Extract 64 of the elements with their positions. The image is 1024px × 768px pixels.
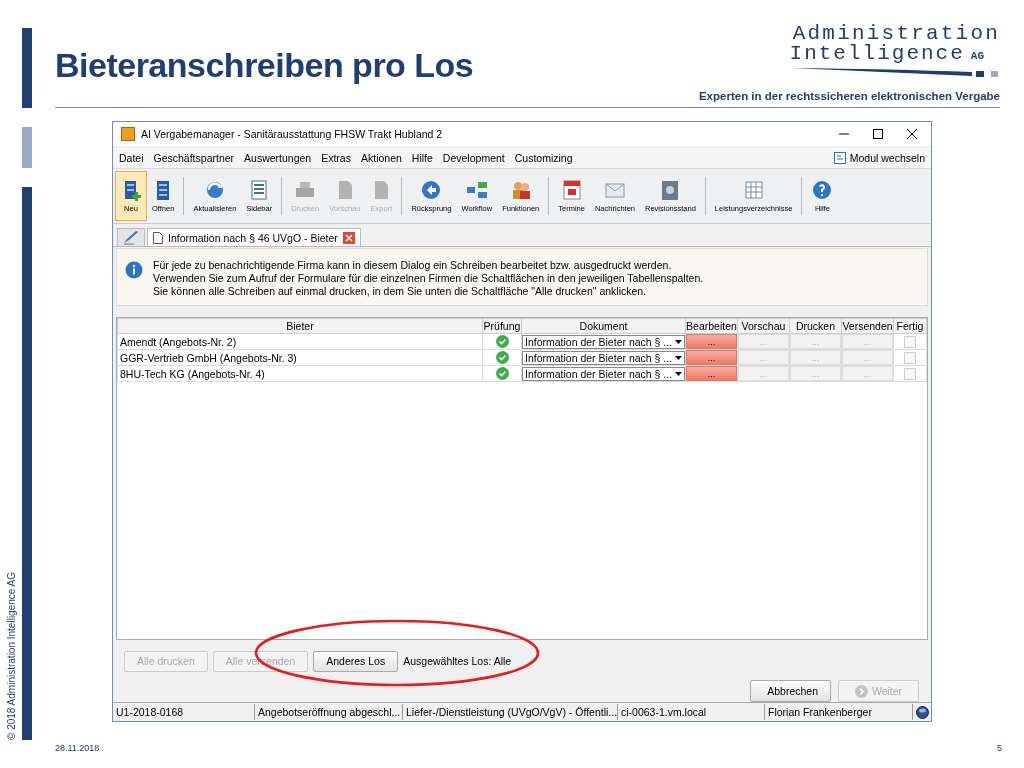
copyright-text: © 2018 Administration Intelligence AG <box>6 571 18 740</box>
slide-date: 28.11.2018 <box>55 743 100 753</box>
document-tab[interactable]: Information nach § 46 UVgO - Bieter <box>147 228 361 246</box>
globe-icon <box>916 705 929 719</box>
document-dropdown[interactable]: Information der Bieter nach § ... <box>522 350 685 365</box>
status-text: Angebotseröffnung abgeschl... <box>255 704 403 720</box>
menu-item[interactable]: Geschäftspartner <box>153 152 235 164</box>
column-header[interactable]: Drucken <box>789 318 842 334</box>
document-dropdown[interactable]: Information der Bieter nach § ... <box>522 366 685 381</box>
logo-text: Administration <box>792 24 1000 44</box>
app-icon <box>121 127 135 141</box>
status-text: Florian Frankenberger <box>765 704 913 720</box>
close-icon[interactable] <box>907 129 917 139</box>
grid-icon <box>742 179 765 201</box>
window-title: AI Vergabemanager - Sanitärausstattung FHSW Trakt Hubland 2 <box>141 128 443 140</box>
column-header[interactable]: Prüfung <box>482 318 522 334</box>
accent-bar <box>22 127 32 168</box>
info-text: Sie können alle Schreiben auf einmal drucken, in dem Sie unten die Schaltfläche "Alle drucken" anklicken. <box>153 285 648 298</box>
tagline: Experten in der rechtssicheren elektronischen Vergabe <box>697 89 1000 103</box>
action-button[interactable]: ... <box>686 366 737 381</box>
column-header[interactable]: Dokument <box>521 318 686 334</box>
column-header[interactable]: Fertig <box>893 318 927 334</box>
status-text: ci-0063-1.vm.local <box>618 704 765 720</box>
home-tab[interactable] <box>117 228 145 246</box>
caret-icon <box>675 339 682 344</box>
action-button[interactable]: Anderes Los <box>313 650 399 672</box>
column-header[interactable]: Versenden <box>841 318 894 334</box>
slide-title: Bieteranschreiben pro Los <box>55 45 474 86</box>
module-icon <box>833 152 846 164</box>
selected-lot-label: Ausgewähltes Los: Alle <box>403 655 512 667</box>
cancel-button[interactable]: Abbrechen <box>750 680 831 702</box>
status-text: U1-2018-0168 <box>113 704 255 720</box>
table-cell: Amendt (Angebots-Nr. 2) <box>117 333 483 350</box>
menu-item[interactable]: Development <box>442 152 505 164</box>
maximize-icon[interactable] <box>873 129 883 139</box>
logo-suffix: AG <box>970 50 984 62</box>
info-text: Für jede zu benachrichtigende Firma kann in diesem Dialog ein Schreiben bearbeitet bzw. ausgedruckt werden. <box>153 259 673 272</box>
calendar-icon <box>560 179 583 201</box>
page-icon <box>153 231 163 244</box>
column-header[interactable]: Vorschau <box>737 318 790 334</box>
action-button[interactable]: ... <box>686 334 737 349</box>
caret-icon <box>675 355 682 360</box>
table-cell: GGR-Vertrieb GmbH (Angebots-Nr. 3) <box>117 349 483 366</box>
info-text: Verwenden Sie zum Aufruf der Formulare für die einzelnen Firmen die Schaltflächen in den jeweiligen Tabellenspalten. <box>153 272 704 285</box>
menu-item[interactable]: Datei <box>119 152 144 164</box>
column-header[interactable]: Bieter <box>117 318 483 334</box>
status-text: Liefer-/Dienstleistung (UVgO/VgV) - Öffentli... <box>403 704 618 720</box>
page-number: 5 <box>997 743 1002 753</box>
menu-item[interactable]: Hilfe <box>411 152 433 164</box>
info-icon <box>125 261 143 279</box>
menu-item[interactable]: Customizing <box>514 152 573 164</box>
workflow-icon <box>465 179 488 201</box>
module-switch-button[interactable]: Modul wechseln <box>833 152 925 164</box>
menu-item[interactable]: Extras <box>321 152 351 164</box>
menu-item[interactable]: Auswertungen <box>244 152 312 164</box>
pen-icon <box>123 230 139 245</box>
document-dropdown[interactable]: Information der Bieter nach § ... <box>522 334 685 349</box>
action-button[interactable]: ... <box>686 350 737 365</box>
column-header[interactable]: Bearbeiten <box>685 318 738 334</box>
logo-text: Intelligence <box>789 44 965 64</box>
help-icon <box>811 179 834 201</box>
caret-icon <box>675 371 682 376</box>
menu-item[interactable]: Aktionen <box>360 152 402 164</box>
table-cell: 8HU-Tech KG (Angebots-Nr. 4) <box>117 365 483 382</box>
